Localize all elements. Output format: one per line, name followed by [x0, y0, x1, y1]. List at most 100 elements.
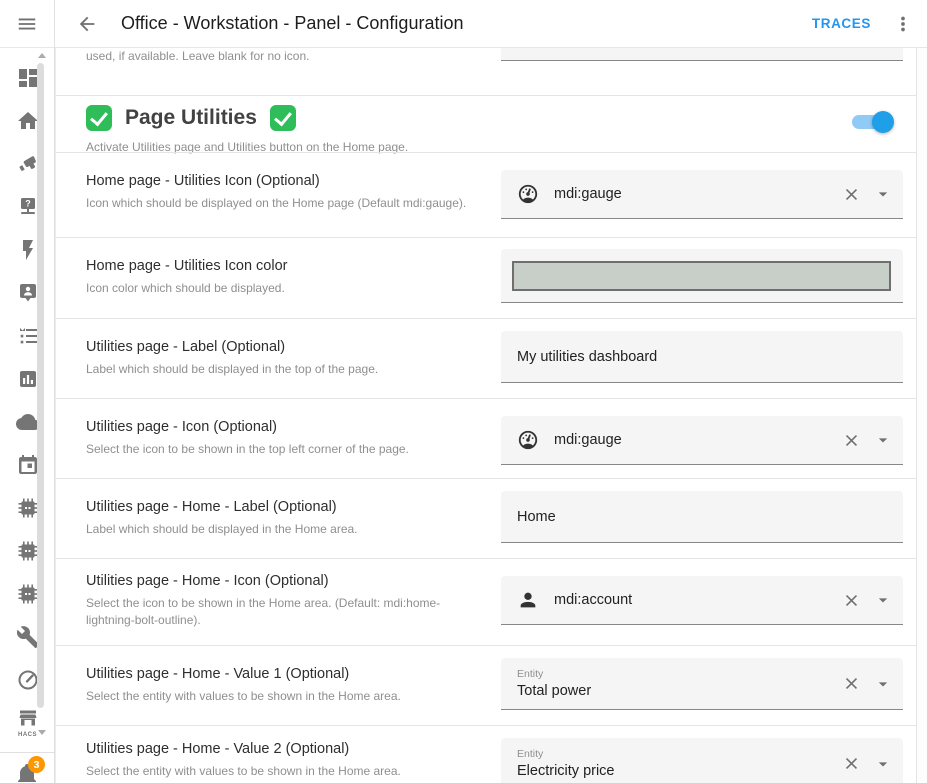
- sidebar-item-todo[interactable]: [0, 314, 55, 357]
- row-description: Icon color which should be displayed.: [86, 280, 476, 297]
- color-swatch[interactable]: [512, 261, 891, 291]
- view-dashboard-icon: [16, 66, 40, 90]
- field-value: mdi:gauge: [554, 432, 842, 448]
- entity-field-label: Entity: [517, 668, 842, 680]
- clear-icon[interactable]: [842, 185, 861, 204]
- row-label: Utilities page - Label (Optional): [86, 339, 476, 355]
- hacs-label: HACS: [18, 732, 37, 738]
- notification-badge: 3: [28, 756, 45, 773]
- green-check-icon: [86, 105, 112, 131]
- sidebar-item-cameras[interactable]: [0, 142, 55, 185]
- sidebar-item-hacs[interactable]: HACS: [0, 701, 55, 744]
- sidebar-menu-button[interactable]: [0, 0, 54, 48]
- row-label: Utilities page - Home - Icon (Optional): [86, 573, 476, 589]
- lightning-bolt-icon: [16, 238, 40, 262]
- sidebar-item-assist[interactable]: [0, 271, 55, 314]
- clear-icon[interactable]: [842, 431, 861, 450]
- overflow-menu-button[interactable]: [885, 6, 921, 42]
- clipped-row: used, if available. Leave blank for no i…: [56, 48, 916, 95]
- sidebar-item-network[interactable]: ?: [0, 185, 55, 228]
- cloud-icon: [16, 410, 40, 434]
- chart-box-icon: [16, 367, 40, 391]
- entity-picker-field[interactable]: Entity Electricity price: [501, 738, 903, 783]
- row-description: Select the entity with values to be show…: [86, 763, 476, 780]
- icon-picker-field[interactable]: mdi:gauge: [501, 416, 903, 465]
- sidebar-item-gauge[interactable]: [0, 658, 55, 701]
- network-question-icon: ?: [16, 195, 40, 219]
- sidebar-item-chip-2[interactable]: [0, 529, 55, 572]
- app-window: ?: [0, 0, 927, 783]
- row-label: Utilities page - Icon (Optional): [86, 419, 476, 435]
- sidebar-item-energy[interactable]: [0, 228, 55, 271]
- color-picker-field[interactable]: [501, 249, 903, 303]
- kebab-menu-icon: [892, 13, 914, 35]
- dropdown-caret-icon[interactable]: [861, 590, 893, 610]
- entity-picker-field[interactable]: Entity Total power: [501, 658, 903, 710]
- config-row-home-icon: Utilities page - Home - Icon (Optional) …: [56, 558, 916, 645]
- chip-icon: [16, 582, 40, 606]
- field-value: Home: [517, 509, 887, 525]
- sidebar-notifications[interactable]: 3: [0, 752, 55, 783]
- sidebar-item-tools[interactable]: [0, 615, 55, 658]
- clear-icon[interactable]: [842, 591, 861, 610]
- top-app-bar: Office - Workstation - Panel - Configura…: [55, 0, 927, 48]
- arrow-left-icon: [76, 13, 98, 35]
- row-label: Home page - Utilities Icon color: [86, 258, 476, 274]
- calendar-icon: [16, 453, 40, 477]
- row-description: Icon which should be displayed on the Ho…: [86, 195, 476, 212]
- row-label: Utilities page - Home - Value 2 (Optiona…: [86, 741, 476, 757]
- home-icon: [16, 109, 40, 133]
- sidebar: ?: [0, 0, 55, 783]
- chip-icon: [16, 496, 40, 520]
- field-value: My utilities dashboard: [517, 349, 887, 365]
- green-check-icon: [270, 105, 296, 131]
- row-label: Utilities page - Home - Value 1 (Optiona…: [86, 666, 476, 682]
- account-icon: [517, 589, 539, 611]
- section-page-utilities: Page Utilities Activate Utilities page a…: [56, 95, 916, 152]
- entity-field-label: Entity: [517, 748, 842, 760]
- traces-button[interactable]: TRACES: [812, 16, 871, 31]
- hamburger-menu-icon: [16, 13, 38, 35]
- utilities-toggle[interactable]: [852, 111, 892, 133]
- config-form: used, if available. Leave blank for no i…: [55, 48, 917, 783]
- gauge-icon: [517, 183, 539, 205]
- clear-icon[interactable]: [842, 674, 861, 693]
- dropdown-caret-icon[interactable]: [861, 674, 893, 694]
- gauge-outline-icon: [16, 668, 40, 692]
- main-scrollbar[interactable]: [917, 48, 927, 783]
- row-description: Select the icon to be shown in the Home …: [86, 595, 476, 630]
- sidebar-item-calendar[interactable]: [0, 443, 55, 486]
- sidebar-item-history[interactable]: [0, 357, 55, 400]
- clipped-field[interactable]: [501, 48, 903, 61]
- toggle-thumb: [872, 111, 894, 133]
- icon-picker-field[interactable]: mdi:gauge: [501, 170, 903, 219]
- sidebar-item-chip-3[interactable]: [0, 572, 55, 615]
- section-title: Page Utilities: [125, 106, 257, 130]
- sidebar-item-home[interactable]: [0, 99, 55, 142]
- dropdown-caret-icon[interactable]: [861, 754, 893, 774]
- config-row-home-utilities-icon: Home page - Utilities Icon (Optional) Ic…: [56, 152, 916, 237]
- gauge-icon: [517, 429, 539, 451]
- text-input-field[interactable]: My utilities dashboard: [501, 331, 903, 383]
- row-description: Select the entity with values to be show…: [86, 688, 476, 705]
- field-value: Total power: [517, 683, 842, 699]
- cctv-icon: [16, 152, 40, 176]
- field-value: mdi:gauge: [554, 186, 842, 202]
- config-row-icon-color: Home page - Utilities Icon color Icon co…: [56, 237, 916, 318]
- dropdown-caret-icon[interactable]: [861, 430, 893, 450]
- sidebar-item-cloud[interactable]: [0, 400, 55, 443]
- config-row-utilities-label: Utilities page - Label (Optional) Label …: [56, 318, 916, 398]
- account-message-icon: [16, 281, 40, 305]
- chip-icon: [16, 539, 40, 563]
- sidebar-item-dashboard[interactable]: [0, 56, 55, 99]
- svg-text:?: ?: [25, 198, 31, 208]
- field-value: mdi:account: [554, 592, 842, 608]
- clear-icon[interactable]: [842, 754, 861, 773]
- config-row-home-label: Utilities page - Home - Label (Optional)…: [56, 478, 916, 558]
- icon-picker-field[interactable]: mdi:account: [501, 576, 903, 625]
- back-button[interactable]: [69, 6, 105, 42]
- text-input-field[interactable]: Home: [501, 491, 903, 543]
- field-value: Electricity price: [517, 763, 842, 779]
- dropdown-caret-icon[interactable]: [861, 184, 893, 204]
- sidebar-item-chip-1[interactable]: [0, 486, 55, 529]
